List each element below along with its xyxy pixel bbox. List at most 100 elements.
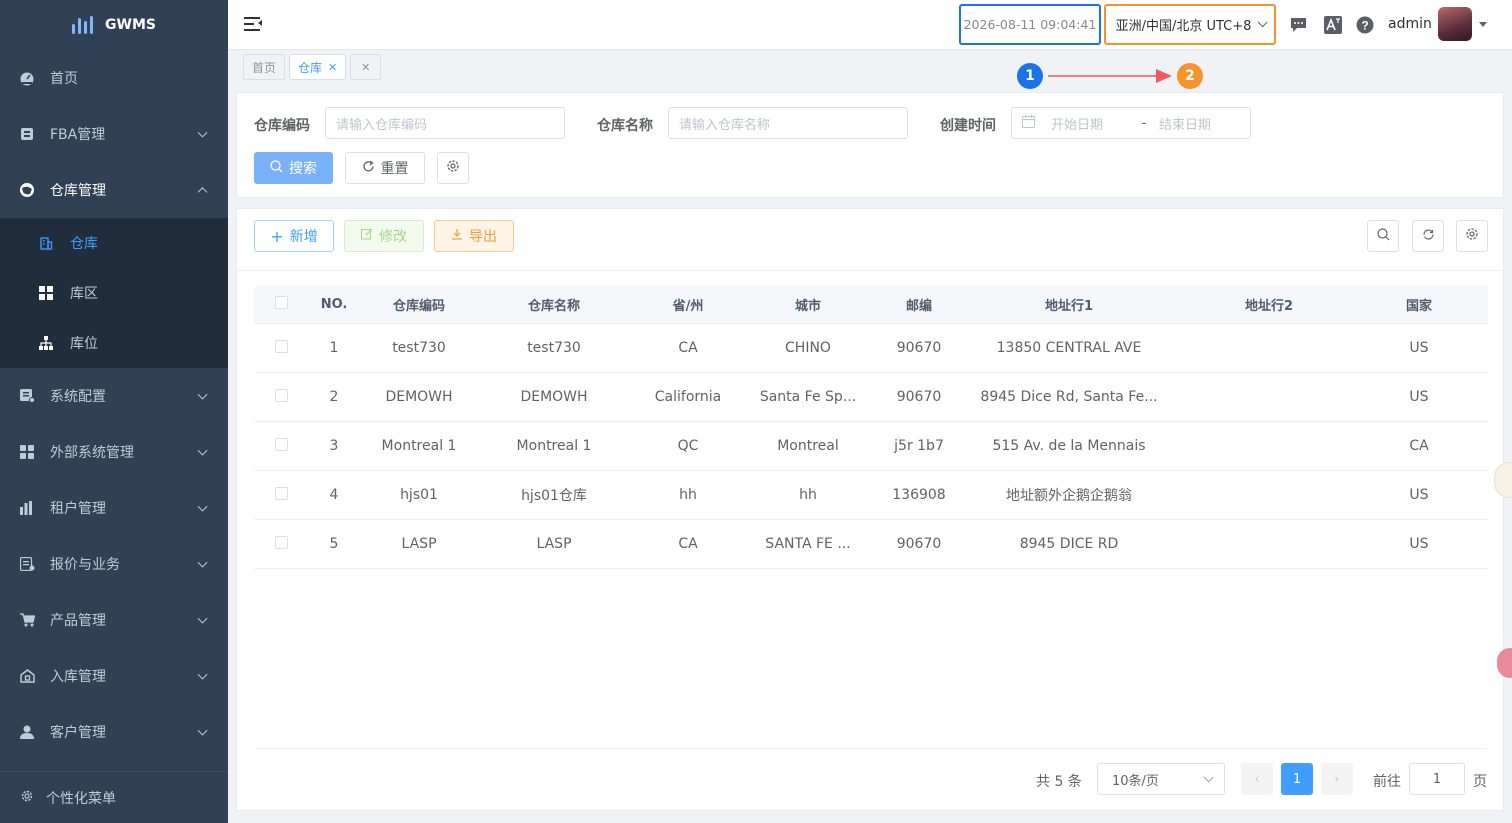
table-row[interactable]: 3 Montreal 1 Montreal 1 QC Montreal j5r … <box>254 422 1488 471</box>
refresh-button[interactable] <box>1412 220 1444 252</box>
cell-no: 4 <box>329 487 339 503</box>
sidebar-item-system-config[interactable]: 系统配置 <box>0 368 228 424</box>
tag-warehouse[interactable]: 仓库 ✕ <box>289 54 347 80</box>
page-suffix: 页 <box>1473 774 1487 790</box>
cell-code: hjs01 <box>400 487 438 503</box>
sidebar-subitem-location[interactable]: 库位 <box>0 318 228 368</box>
next-page-button[interactable]: › <box>1321 763 1353 795</box>
sidebar-item-home[interactable]: 首页 <box>0 50 228 106</box>
sidebar-subitem-area[interactable]: 库区 <box>0 268 228 318</box>
select-all-cell <box>254 296 309 313</box>
search-settings-button[interactable] <box>437 152 469 184</box>
table-row[interactable]: 4 hjs01 hjs01仓库 hh hh 136908 地址额外企鹅企鹅翁 U… <box>254 471 1488 520</box>
close-all-tags-button[interactable]: ✕ <box>350 54 382 80</box>
column-header[interactable]: 城市 <box>747 295 869 314</box>
plus-icon: + <box>270 226 284 246</box>
sidebar-item-label: 报价与业务 <box>50 557 120 573</box>
username[interactable]: admin <box>1388 16 1432 32</box>
goto-page-input[interactable]: 1 <box>1409 763 1465 795</box>
page-number-current[interactable]: 1 <box>1281 763 1313 795</box>
search-button[interactable]: 搜索 <box>254 152 333 184</box>
sidebar-item-label: 入库管理 <box>50 669 106 685</box>
sidebar: GWMS 首页 FBA管理 仓库管理 仓库 库区 库位 系统配置 外部系统管理 … <box>0 0 228 823</box>
row-checkbox[interactable] <box>275 486 288 500</box>
message-icon[interactable] <box>1288 15 1308 35</box>
edit-button[interactable]: 修改 <box>344 220 424 252</box>
export-button[interactable]: 导出 <box>434 220 514 252</box>
column-header[interactable]: 邮编 <box>869 295 969 314</box>
search-button-label: 搜索 <box>289 161 317 177</box>
sidebar-item-quote[interactable]: 报价与业务 <box>0 536 228 592</box>
sidebar-item-external-system[interactable]: 外部系统管理 <box>0 424 228 480</box>
reset-button[interactable]: 重置 <box>345 152 425 184</box>
svg-text:?: ? <box>1361 19 1368 33</box>
column-header[interactable]: 省/州 <box>629 295 747 314</box>
column-header[interactable]: NO. <box>309 297 359 312</box>
cell-country: US <box>1409 487 1429 503</box>
menu-toggle-icon[interactable] <box>244 16 262 32</box>
personalize-menu[interactable]: 个性化菜单 <box>0 771 228 823</box>
column-settings-button[interactable] <box>1456 220 1488 252</box>
end-date-input[interactable]: 结束日期 <box>1159 114 1211 133</box>
cell-name: DEMOWH <box>520 389 588 405</box>
column-header[interactable]: 仓库名称 <box>479 295 629 314</box>
sidebar-item-warehouse-mgmt[interactable]: 仓库管理 <box>0 162 228 218</box>
help-icon[interactable]: ? <box>1355 15 1375 35</box>
select-all-checkbox[interactable] <box>275 296 288 309</box>
close-icon[interactable]: ✕ <box>328 61 337 74</box>
table-row[interactable]: 2 DEMOWH DEMOWH California Santa Fe Sp..… <box>254 373 1488 422</box>
row-checkbox[interactable] <box>275 535 288 549</box>
row-checkbox[interactable] <box>275 437 288 451</box>
warehouse-submenu: 仓库 库区 库位 <box>0 218 228 368</box>
cell-zip: 90670 <box>896 389 942 405</box>
cell-address1: 8945 DICE RD <box>1019 536 1119 552</box>
cell-code: LASP <box>401 536 437 552</box>
dashboard-icon <box>18 69 36 87</box>
cell-name: test730 <box>527 340 581 356</box>
start-date-input[interactable]: 开始日期 <box>1051 114 1129 133</box>
column-header[interactable]: 地址行2 <box>1169 295 1369 314</box>
date-range-picker[interactable]: 开始日期 - 结束日期 <box>1011 107 1251 139</box>
avatar[interactable] <box>1438 7 1472 41</box>
floating-helper-icon[interactable] <box>1497 648 1512 678</box>
column-header[interactable]: 地址行1 <box>969 295 1169 314</box>
quote-icon <box>18 555 36 573</box>
brand-name: GWMS <box>105 17 156 33</box>
cart-icon <box>18 611 36 629</box>
page-size-select[interactable]: 10条/页 <box>1097 763 1225 795</box>
table-row[interactable]: 1 test730 test730 CA CHINO 90670 13850 C… <box>254 324 1488 373</box>
sidebar-subitem-warehouse[interactable]: 仓库 <box>0 218 228 268</box>
toggle-search-button[interactable] <box>1367 220 1399 252</box>
caret-down-icon[interactable] <box>1479 22 1487 27</box>
add-button[interactable]: + 新增 <box>254 220 334 252</box>
warehouse-code-input[interactable]: 请输入仓库编码 <box>325 107 565 139</box>
language-icon[interactable] <box>1323 15 1343 35</box>
sidebar-item-label: 首页 <box>50 71 78 87</box>
chevron-down-icon <box>1258 17 1268 28</box>
column-header[interactable]: 仓库编码 <box>359 295 479 314</box>
chevron-down-icon <box>197 445 208 456</box>
building-icon <box>38 235 54 251</box>
sidebar-item-label: 租户管理 <box>50 501 106 517</box>
prev-page-button[interactable]: ‹ <box>1241 763 1273 795</box>
sidebar-item-inbound[interactable]: 入库管理 <box>0 648 228 704</box>
floating-assistant-icon[interactable] <box>1494 462 1512 498</box>
timezone-select[interactable]: 亚洲/中国/北京 UTC+8 <box>1104 4 1276 45</box>
sidebar-item-product[interactable]: 产品管理 <box>0 592 228 648</box>
tags-view: 首页 仓库 ✕ ✕ <box>243 54 382 80</box>
row-checkbox[interactable] <box>275 339 288 353</box>
cell-address1: 13850 CENTRAL AVE <box>996 340 1142 356</box>
column-header[interactable]: 国家 <box>1369 295 1469 314</box>
tag-home[interactable]: 首页 <box>243 54 286 80</box>
annotation-arrow <box>1048 69 1172 83</box>
cell-state: hh <box>679 487 697 503</box>
row-checkbox[interactable] <box>275 388 288 402</box>
sidebar-item-label: 产品管理 <box>50 613 106 629</box>
sidebar-item-customer[interactable]: 客户管理 <box>0 704 228 760</box>
row-select-cell <box>254 388 309 406</box>
sidebar-item-fba[interactable]: FBA管理 <box>0 106 228 162</box>
page-size-value: 10条/页 <box>1112 773 1159 789</box>
warehouse-name-input[interactable]: 请输入仓库名称 <box>668 107 908 139</box>
sidebar-item-tenant[interactable]: 租户管理 <box>0 480 228 536</box>
table-row[interactable]: 5 LASP LASP CA SANTA FE ... 90670 8945 D… <box>254 520 1488 569</box>
